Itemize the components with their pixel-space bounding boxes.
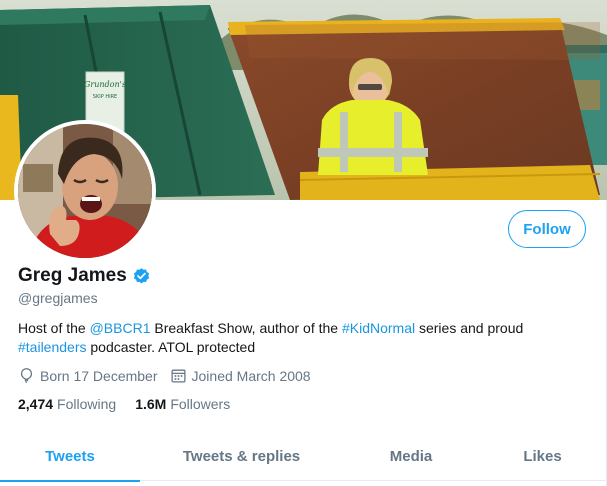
bio-text: podcaster. ATOL protected <box>86 339 256 355</box>
bio-text: Breakfast Show, author of the <box>150 320 342 336</box>
profile-bio: Host of the @BBCR1 Breakfast Show, autho… <box>18 319 588 357</box>
bio-hashtag-link[interactable]: #KidNormal <box>342 320 415 336</box>
birthday-item: Born 17 December <box>18 367 158 384</box>
followers-link[interactable]: 1.6M Followers <box>135 396 230 412</box>
following-count: 2,474 <box>18 396 54 412</box>
verified-badge-icon <box>132 267 151 286</box>
profile-card: Grundon's SKIP HIRE Follow Greg James @g… <box>0 0 607 486</box>
joined-text: Joined March 2008 <box>191 367 311 384</box>
bio-mention-link[interactable]: @BBCR1 <box>90 320 151 336</box>
following-link[interactable]: 2,474 Following <box>18 396 116 412</box>
bio-text: series and proud <box>415 320 524 336</box>
profile-meta: Born 17 December Joined March 2008 <box>18 367 323 384</box>
tab-media[interactable]: Media <box>343 432 479 481</box>
followers-count: 1.6M <box>135 396 167 412</box>
bio-text: Host of the <box>18 320 90 336</box>
tab-tweets-and-replies[interactable]: Tweets & replies <box>140 432 343 481</box>
profile-handle[interactable]: @gregjames <box>18 290 98 306</box>
bio-hashtag-link[interactable]: #tailenders <box>18 339 87 355</box>
banner-sign-line1: Grundon's <box>84 80 126 89</box>
profile-display-name[interactable]: Greg James <box>18 265 127 287</box>
banner-sign-line2: SKIP HIRE <box>93 94 117 100</box>
profile-tabs: Tweets Tweets & replies Media Likes <box>0 432 607 482</box>
follow-button[interactable]: Follow <box>508 210 586 248</box>
profile-stats: 2,474 Following 1.6M Followers <box>18 396 249 412</box>
followers-label: Followers <box>170 396 231 412</box>
calendar-icon <box>170 367 187 384</box>
joined-item: Joined March 2008 <box>170 367 311 384</box>
birthday-text: Born 17 December <box>40 367 158 384</box>
profile-name-row: Greg James <box>18 265 151 287</box>
balloon-icon <box>18 367 35 384</box>
tab-likes[interactable]: Likes <box>479 432 606 481</box>
following-label: Following <box>57 396 117 412</box>
profile-avatar[interactable] <box>14 120 156 262</box>
avatar-photo <box>18 124 152 258</box>
tab-tweets[interactable]: Tweets <box>0 432 140 482</box>
